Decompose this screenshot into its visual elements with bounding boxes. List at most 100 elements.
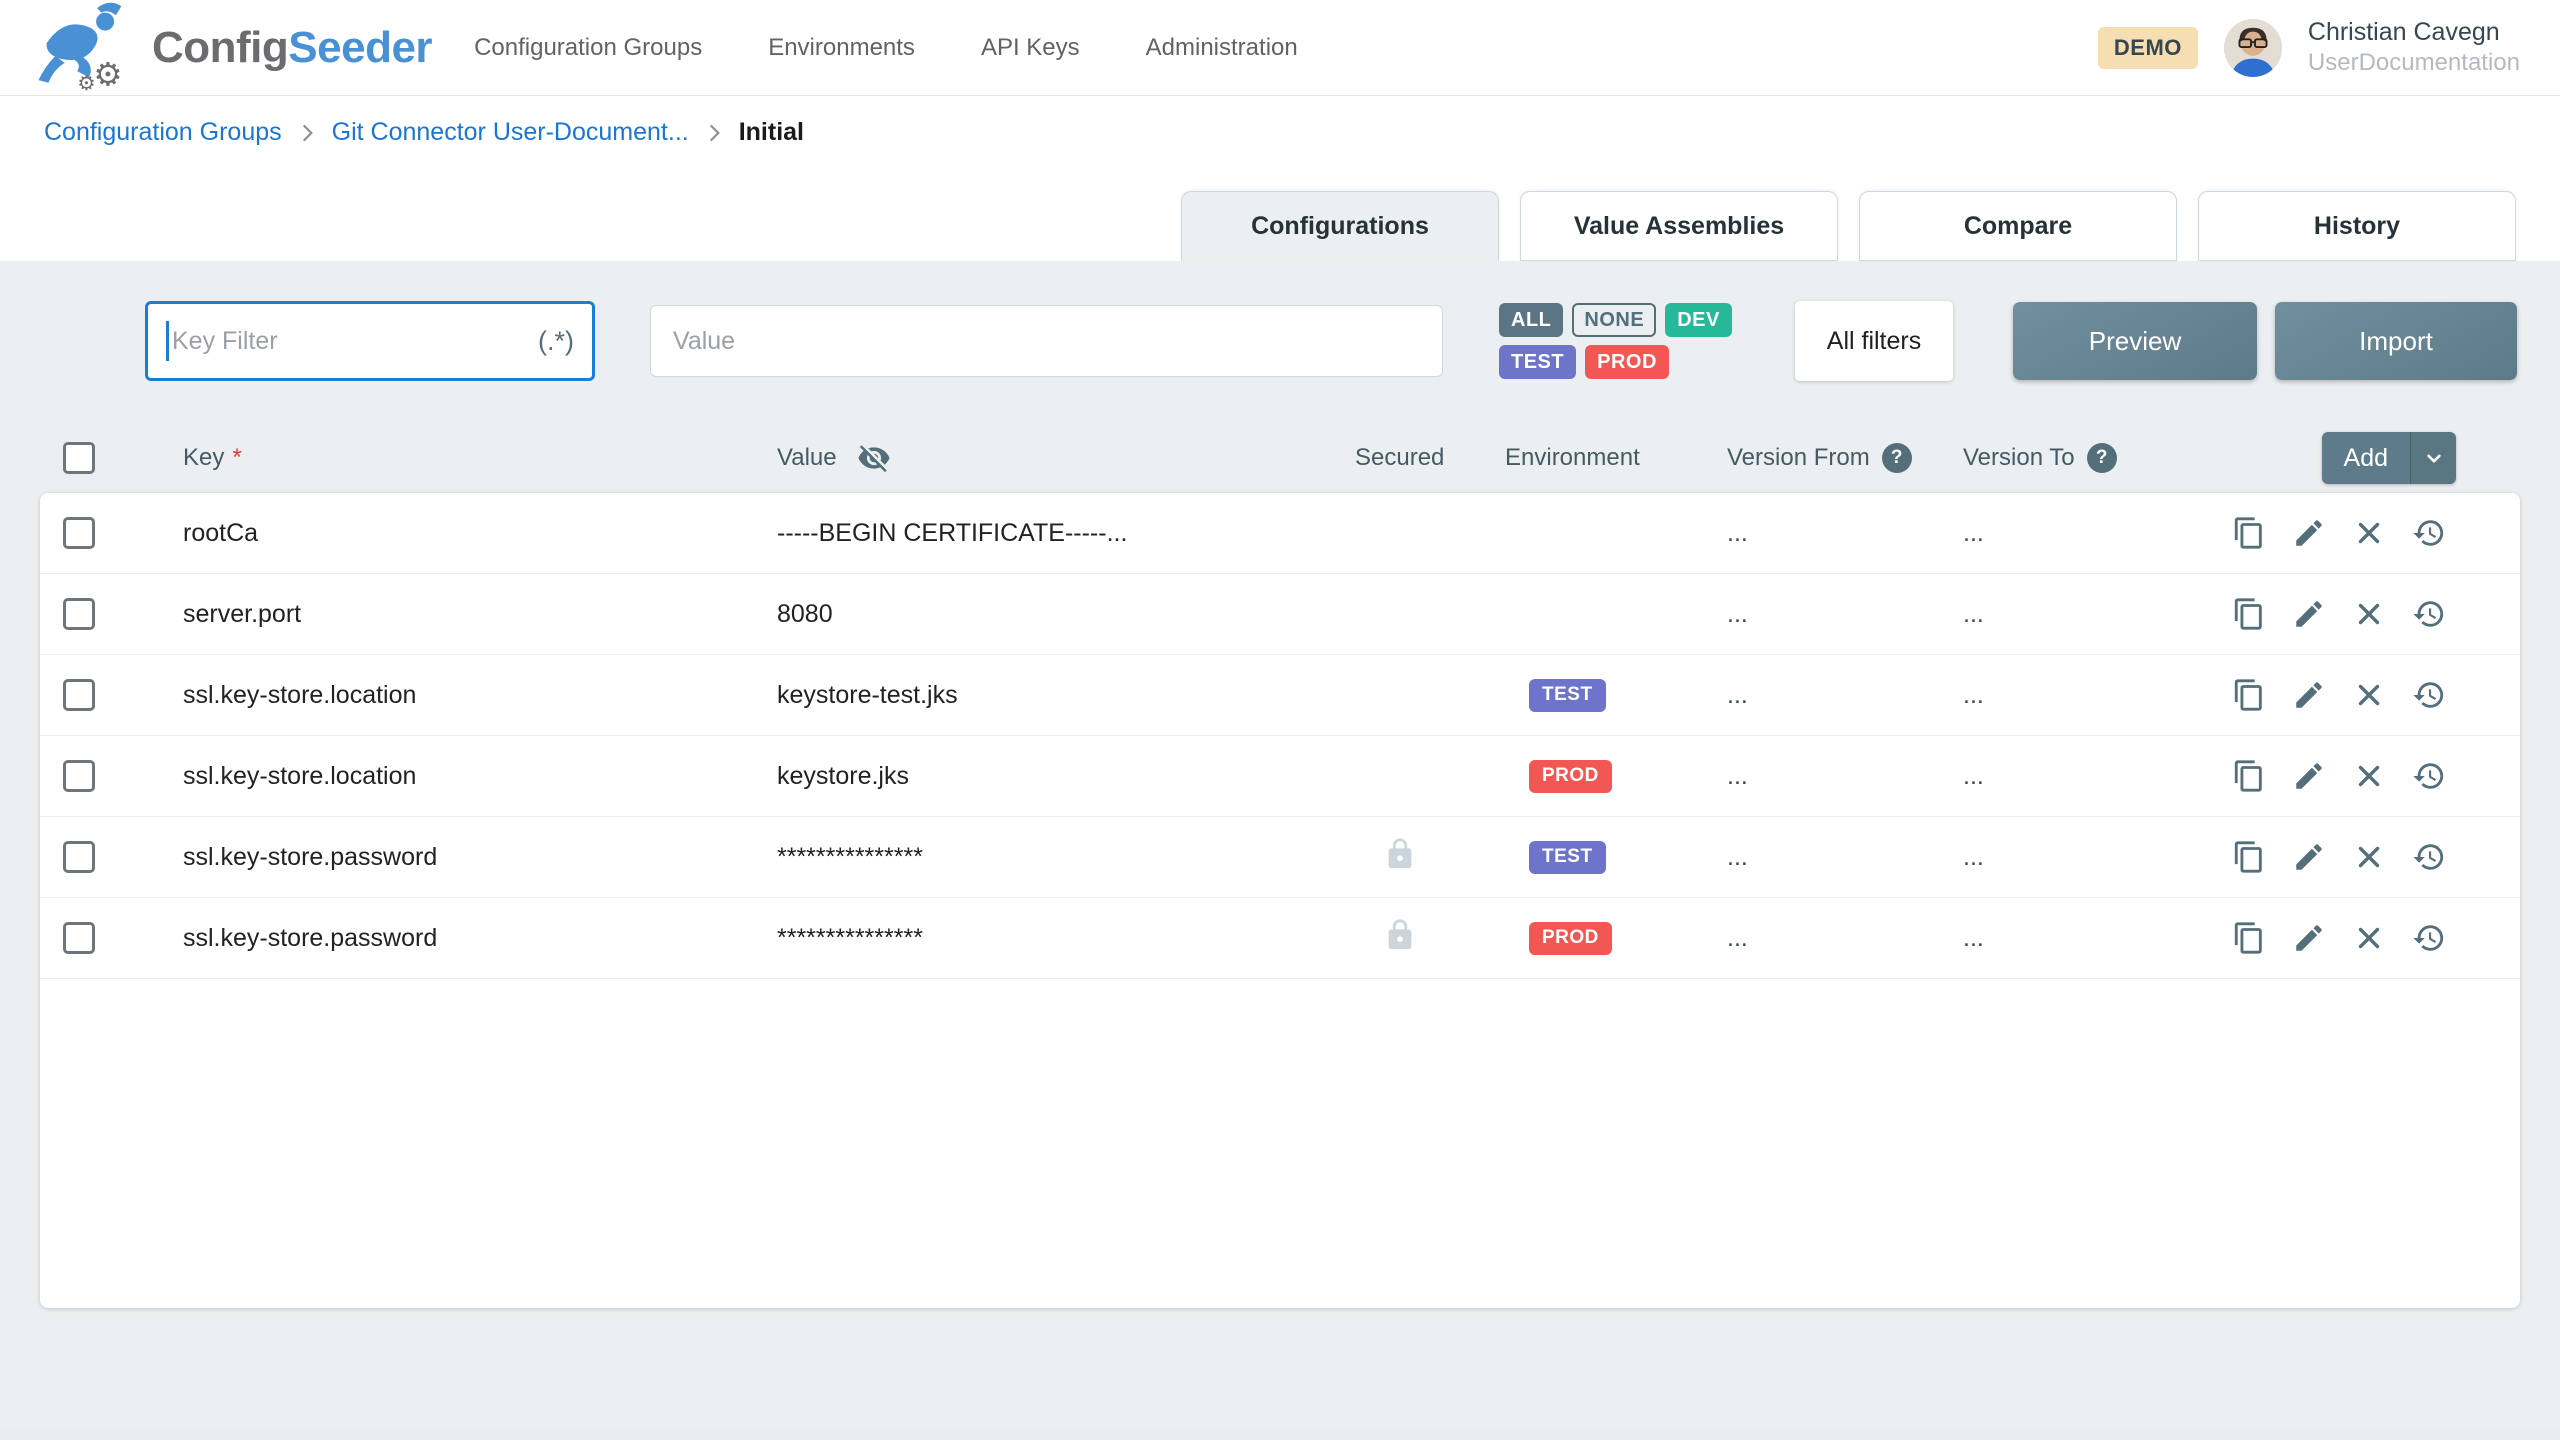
config-key: ssl.key-store.password — [183, 924, 777, 953]
delete-icon[interactable] — [2352, 759, 2386, 793]
delete-icon[interactable] — [2352, 516, 2386, 550]
env-filter-prod[interactable]: PROD — [1585, 345, 1669, 379]
delete-icon[interactable] — [2352, 921, 2386, 955]
row-checkbox[interactable] — [63, 517, 95, 549]
env-filter-none[interactable]: NONE — [1572, 303, 1656, 337]
lock-icon — [1383, 918, 1417, 952]
row-checkbox[interactable] — [63, 679, 95, 711]
nav-item-administration[interactable]: Administration — [1146, 34, 1298, 62]
user-avatar[interactable] — [2224, 19, 2282, 77]
version-from-value: ... — [1727, 843, 1748, 871]
column-header-version-from: Version From — [1727, 444, 1870, 472]
select-all-checkbox[interactable] — [63, 442, 95, 474]
environment-badge-test: TEST — [1529, 679, 1606, 712]
edit-icon[interactable] — [2292, 840, 2326, 874]
configseeder-logo-icon: ⚙ ⚙ — [34, 0, 142, 96]
nav-item-api-keys[interactable]: API Keys — [981, 34, 1080, 62]
version-from-value: ... — [1727, 681, 1748, 709]
copy-icon[interactable] — [2232, 516, 2266, 550]
app-logo[interactable]: ⚙ ⚙ ConfigSeeder — [34, 0, 432, 96]
config-value: *************** — [777, 924, 1355, 953]
key-filter-field: (.*) — [145, 301, 595, 381]
regex-suffix: (.*) — [538, 326, 574, 357]
breadcrumb-link-configuration-group[interactable]: Git Connector User-Document... — [332, 118, 689, 147]
lock-icon — [1383, 837, 1417, 871]
copy-icon[interactable] — [2232, 921, 2266, 955]
version-to-value: ... — [1963, 843, 1984, 871]
version-from-value: ... — [1727, 519, 1748, 547]
version-to-value: ... — [1963, 924, 1984, 952]
row-checkbox[interactable] — [63, 760, 95, 792]
chevron-down-icon[interactable] — [2410, 432, 2456, 484]
eye-slash-icon[interactable] — [857, 441, 891, 475]
tab-bar: Configurations Value Assemblies Compare … — [0, 157, 2560, 261]
tab-compare[interactable]: Compare — [1859, 191, 2177, 261]
environment-badge-prod: PROD — [1529, 760, 1612, 793]
tab-history[interactable]: History — [2198, 191, 2516, 261]
copy-icon[interactable] — [2232, 759, 2266, 793]
breadcrumb-current-version: Initial — [739, 118, 804, 147]
history-icon[interactable] — [2412, 678, 2446, 712]
version-to-value: ... — [1963, 600, 1984, 628]
edit-icon[interactable] — [2292, 516, 2326, 550]
env-filter-test[interactable]: TEST — [1499, 345, 1576, 379]
user-menu[interactable]: Christian Cavegn UserDocumentation — [2308, 17, 2520, 78]
edit-icon[interactable] — [2292, 597, 2326, 631]
table-row: rootCa -----BEGIN CERTIFICATE-----... ..… — [40, 493, 2520, 574]
table-row: ssl.key-store.password *************** P… — [40, 898, 2520, 979]
edit-icon[interactable] — [2292, 921, 2326, 955]
edit-icon[interactable] — [2292, 678, 2326, 712]
main-nav: Configuration Groups Environments API Ke… — [474, 34, 1298, 62]
config-value: keystore-test.jks — [777, 681, 1355, 710]
table-row: ssl.key-store.location keystore.jks PROD… — [40, 736, 2520, 817]
row-checkbox[interactable] — [63, 598, 95, 630]
app-title: ConfigSeeder — [152, 23, 432, 73]
environment-badge-test: TEST — [1529, 841, 1606, 874]
nav-item-environments[interactable]: Environments — [768, 34, 915, 62]
delete-icon[interactable] — [2352, 840, 2386, 874]
user-tenant: UserDocumentation — [2308, 48, 2520, 78]
history-icon[interactable] — [2412, 759, 2446, 793]
history-icon[interactable] — [2412, 921, 2446, 955]
copy-icon[interactable] — [2232, 840, 2266, 874]
required-asterisk: * — [232, 444, 241, 472]
config-value: *************** — [777, 843, 1355, 872]
history-icon[interactable] — [2412, 597, 2446, 631]
help-icon[interactable]: ? — [1882, 443, 1912, 473]
config-value: 8080 — [777, 600, 1355, 629]
help-icon[interactable]: ? — [2087, 443, 2117, 473]
row-checkbox[interactable] — [63, 922, 95, 954]
delete-icon[interactable] — [2352, 678, 2386, 712]
all-filters-button[interactable]: All filters — [1795, 301, 1953, 381]
preview-button[interactable]: Preview — [2013, 302, 2257, 380]
delete-icon[interactable] — [2352, 597, 2386, 631]
text-cursor — [166, 321, 169, 361]
config-key: ssl.key-store.location — [183, 762, 777, 791]
value-filter-input[interactable] — [650, 305, 1443, 377]
breadcrumb-link-configuration-groups[interactable]: Configuration Groups — [44, 118, 282, 147]
environment-badge-prod: PROD — [1529, 922, 1612, 955]
tab-value-assemblies[interactable]: Value Assemblies — [1520, 191, 1838, 261]
column-header-value: Value — [777, 444, 837, 472]
version-to-value: ... — [1963, 762, 1984, 790]
nav-item-configuration-groups[interactable]: Configuration Groups — [474, 34, 702, 62]
key-filter-input[interactable] — [172, 327, 530, 356]
copy-icon[interactable] — [2232, 678, 2266, 712]
config-key: ssl.key-store.location — [183, 681, 777, 710]
history-icon[interactable] — [2412, 840, 2446, 874]
edit-icon[interactable] — [2292, 759, 2326, 793]
history-icon[interactable] — [2412, 516, 2446, 550]
env-filter-dev[interactable]: DEV — [1665, 303, 1732, 337]
version-to-value: ... — [1963, 681, 1984, 709]
filter-row: (.*) ALL NONE DEV TEST PROD All filters … — [40, 301, 2520, 381]
add-button-label: Add — [2322, 432, 2410, 484]
chevron-right-icon — [294, 120, 320, 146]
copy-icon[interactable] — [2232, 597, 2266, 631]
row-checkbox[interactable] — [63, 841, 95, 873]
add-button[interactable]: Add — [2322, 432, 2456, 484]
table-row: ssl.key-store.password *************** T… — [40, 817, 2520, 898]
env-filter-all[interactable]: ALL — [1499, 303, 1563, 337]
import-button[interactable]: Import — [2275, 302, 2517, 380]
config-key: server.port — [183, 600, 777, 629]
tab-configurations[interactable]: Configurations — [1181, 191, 1499, 261]
